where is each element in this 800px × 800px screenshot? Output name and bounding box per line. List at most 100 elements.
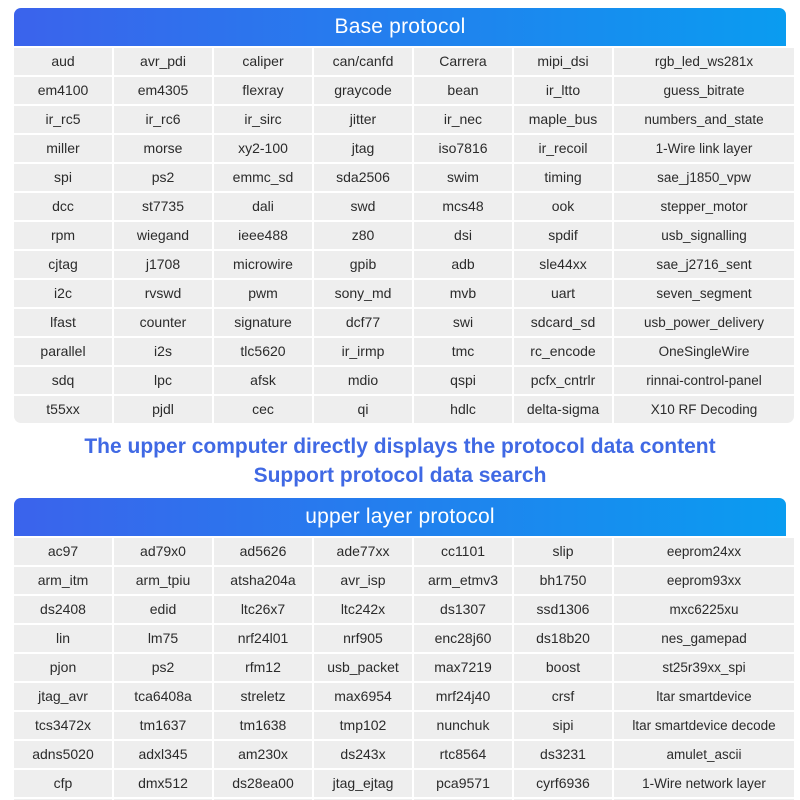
protocol-cell[interactable]: can/canfd <box>314 48 412 75</box>
protocol-cell[interactable]: emmc_sd <box>214 164 312 191</box>
protocol-cell[interactable]: i2s <box>114 338 212 365</box>
protocol-cell[interactable]: qi <box>314 396 412 423</box>
protocol-cell[interactable]: counter <box>114 309 212 336</box>
protocol-cell[interactable]: jitter <box>314 106 412 133</box>
protocol-cell[interactable]: OneSingleWire <box>614 338 794 365</box>
protocol-cell[interactable]: rvswd <box>114 280 212 307</box>
protocol-cell[interactable]: sdq <box>14 367 112 394</box>
protocol-cell[interactable]: cyrf6936 <box>514 770 612 797</box>
protocol-cell[interactable]: tmc <box>414 338 512 365</box>
protocol-cell[interactable]: iso7816 <box>414 135 512 162</box>
protocol-cell[interactable]: ir_rc5 <box>14 106 112 133</box>
protocol-cell[interactable]: swd <box>314 193 412 220</box>
protocol-cell[interactable]: ds3231 <box>514 741 612 768</box>
protocol-cell[interactable]: em4305 <box>114 77 212 104</box>
protocol-cell[interactable]: tlc5620 <box>214 338 312 365</box>
protocol-cell[interactable]: ds243x <box>314 741 412 768</box>
protocol-cell[interactable]: boost <box>514 654 612 681</box>
protocol-cell[interactable]: ltar smartdevice <box>614 683 794 710</box>
protocol-cell[interactable]: ds28ea00 <box>214 770 312 797</box>
protocol-cell[interactable]: lfast <box>14 309 112 336</box>
protocol-cell[interactable]: stepper_motor <box>614 193 794 220</box>
protocol-cell[interactable]: j1708 <box>114 251 212 278</box>
protocol-cell[interactable]: dsi <box>414 222 512 249</box>
protocol-cell[interactable]: slip <box>514 538 612 565</box>
protocol-cell[interactable]: i2c <box>14 280 112 307</box>
protocol-cell[interactable]: cjtag <box>14 251 112 278</box>
protocol-cell[interactable]: ook <box>514 193 612 220</box>
protocol-cell[interactable]: morse <box>114 135 212 162</box>
protocol-cell[interactable]: ltc242x <box>314 596 412 623</box>
protocol-cell[interactable]: adxl345 <box>114 741 212 768</box>
protocol-cell[interactable]: wiegand <box>114 222 212 249</box>
protocol-cell[interactable]: enc28j60 <box>414 625 512 652</box>
protocol-cell[interactable]: arm_itm <box>14 567 112 594</box>
protocol-cell[interactable]: max7219 <box>414 654 512 681</box>
protocol-cell[interactable]: ds1307 <box>414 596 512 623</box>
protocol-cell[interactable]: ir_recoil <box>514 135 612 162</box>
protocol-cell[interactable]: mrf24j40 <box>414 683 512 710</box>
protocol-cell[interactable]: graycode <box>314 77 412 104</box>
protocol-cell[interactable]: st25r39xx_spi <box>614 654 794 681</box>
protocol-cell[interactable]: avr_isp <box>314 567 412 594</box>
protocol-cell[interactable]: arm_etmv3 <box>414 567 512 594</box>
protocol-cell[interactable]: sle44xx <box>514 251 612 278</box>
protocol-cell[interactable]: uart <box>514 280 612 307</box>
protocol-cell[interactable]: pca9571 <box>414 770 512 797</box>
protocol-cell[interactable]: atsha204a <box>214 567 312 594</box>
protocol-cell[interactable]: caliper <box>214 48 312 75</box>
protocol-cell[interactable]: spi <box>14 164 112 191</box>
protocol-cell[interactable]: flexray <box>214 77 312 104</box>
protocol-cell[interactable]: rgb_led_ws281x <box>614 48 794 75</box>
protocol-cell[interactable]: tmp102 <box>314 712 412 739</box>
protocol-cell[interactable]: ssd1306 <box>514 596 612 623</box>
protocol-cell[interactable]: usb_packet <box>314 654 412 681</box>
protocol-cell[interactable]: dali <box>214 193 312 220</box>
protocol-cell[interactable]: sda2506 <box>314 164 412 191</box>
protocol-cell[interactable]: tm1638 <box>214 712 312 739</box>
protocol-cell[interactable]: arm_tpiu <box>114 567 212 594</box>
protocol-cell[interactable]: cc1101 <box>414 538 512 565</box>
protocol-cell[interactable]: eeprom93xx <box>614 567 794 594</box>
protocol-cell[interactable]: guess_bitrate <box>614 77 794 104</box>
protocol-cell[interactable]: X10 RF Decoding <box>614 396 794 423</box>
protocol-cell[interactable]: pjon <box>14 654 112 681</box>
protocol-cell[interactable]: spdif <box>514 222 612 249</box>
protocol-cell[interactable]: aud <box>14 48 112 75</box>
protocol-cell[interactable]: nrf24l01 <box>214 625 312 652</box>
protocol-cell[interactable]: amulet_ascii <box>614 741 794 768</box>
protocol-cell[interactable]: sae_j2716_sent <box>614 251 794 278</box>
protocol-cell[interactable]: rinnai-control-panel <box>614 367 794 394</box>
protocol-cell[interactable]: eeprom24xx <box>614 538 794 565</box>
protocol-cell[interactable]: avr_pdi <box>114 48 212 75</box>
protocol-cell[interactable]: ds18b20 <box>514 625 612 652</box>
protocol-cell[interactable]: edid <box>114 596 212 623</box>
protocol-cell[interactable]: miller <box>14 135 112 162</box>
protocol-cell[interactable]: max6954 <box>314 683 412 710</box>
protocol-cell[interactable]: numbers_and_state <box>614 106 794 133</box>
protocol-cell[interactable]: ad79x0 <box>114 538 212 565</box>
protocol-cell[interactable]: cec <box>214 396 312 423</box>
protocol-cell[interactable]: mcs48 <box>414 193 512 220</box>
protocol-cell[interactable]: t55xx <box>14 396 112 423</box>
protocol-cell[interactable]: mdio <box>314 367 412 394</box>
protocol-cell[interactable]: sony_md <box>314 280 412 307</box>
protocol-cell[interactable]: nunchuk <box>414 712 512 739</box>
protocol-cell[interactable]: delta-sigma <box>514 396 612 423</box>
protocol-cell[interactable]: sdcard_sd <box>514 309 612 336</box>
protocol-cell[interactable]: sae_j1850_vpw <box>614 164 794 191</box>
protocol-cell[interactable]: streletz <box>214 683 312 710</box>
protocol-cell[interactable]: tcs3472x <box>14 712 112 739</box>
protocol-cell[interactable]: ltar smartdevice decode <box>614 712 794 739</box>
protocol-cell[interactable]: Carrera <box>414 48 512 75</box>
protocol-cell[interactable]: dmx512 <box>114 770 212 797</box>
protocol-cell[interactable]: rtc8564 <box>414 741 512 768</box>
protocol-cell[interactable]: jtag_avr <box>14 683 112 710</box>
protocol-cell[interactable]: dcf77 <box>314 309 412 336</box>
protocol-cell[interactable]: ps2 <box>114 654 212 681</box>
protocol-cell[interactable]: bean <box>414 77 512 104</box>
protocol-cell[interactable]: ir_irmp <box>314 338 412 365</box>
protocol-cell[interactable]: rc_encode <box>514 338 612 365</box>
protocol-cell[interactable]: hdlc <box>414 396 512 423</box>
protocol-cell[interactable]: ac97 <box>14 538 112 565</box>
